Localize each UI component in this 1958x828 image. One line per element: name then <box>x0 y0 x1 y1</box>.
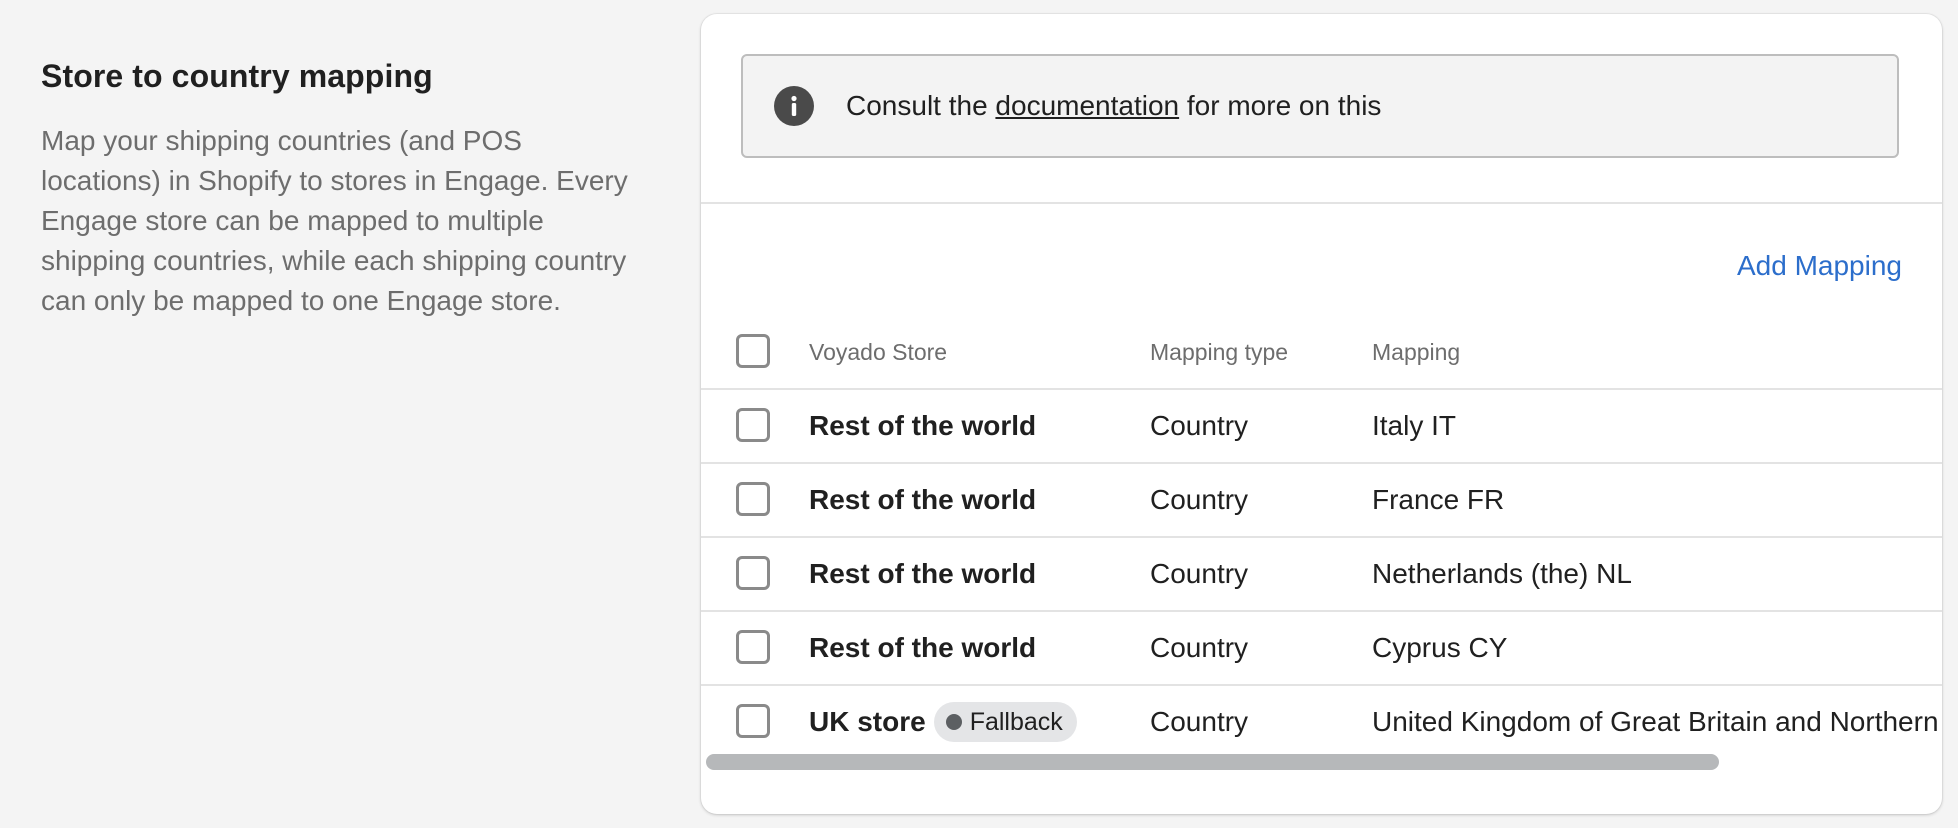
type-cell: Country <box>1150 484 1249 515</box>
banner-text: Consult the documentation for more on th… <box>846 90 1381 122</box>
type-cell: Country <box>1150 558 1249 589</box>
add-mapping-button[interactable]: Add Mapping <box>1737 250 1902 282</box>
type-cell: Country <box>1150 632 1249 663</box>
mapping-card: Consult the documentation for more on th… <box>701 14 1942 814</box>
fallback-badge: Fallback <box>933 702 1077 742</box>
mapping-cell: Italy IT <box>1372 410 1457 441</box>
store-name: Rest of the world <box>809 558 1037 589</box>
mapping-cell: Netherlands (the) NL <box>1372 558 1632 589</box>
store-cell: UK store Fallback <box>809 686 1077 758</box>
store-name: UK store <box>809 706 926 737</box>
store-name: Rest of the world <box>809 632 1037 663</box>
column-header-store: Voyado Store <box>809 338 948 365</box>
type-cell: Country <box>1150 706 1249 737</box>
badge-label: Fallback <box>969 707 1063 736</box>
mapping-table: Voyado Store Mapping type Mapping Rest o… <box>701 316 1942 760</box>
table-header-row: Voyado Store Mapping type Mapping <box>701 316 1942 390</box>
row-checkbox[interactable] <box>736 630 770 664</box>
section-intro: Store to country mapping Map your shippi… <box>41 58 631 321</box>
column-header-mapping: Mapping <box>1372 338 1461 365</box>
store-cell: Rest of the world <box>809 390 1036 462</box>
row-checkbox[interactable] <box>736 408 770 442</box>
row-checkbox[interactable] <box>736 704 770 738</box>
row-checkbox[interactable] <box>736 556 770 590</box>
row-checkbox[interactable] <box>736 482 770 516</box>
select-all-checkbox[interactable] <box>736 334 770 368</box>
page: Store to country mapping Map your shippi… <box>0 0 1958 828</box>
table-row[interactable]: Rest of the world Country Netherlands (t… <box>701 538 1942 612</box>
type-cell: Country <box>1150 410 1249 441</box>
banner-section: Consult the documentation for more on th… <box>701 14 1942 204</box>
column-header-type: Mapping type <box>1150 338 1289 365</box>
table-row[interactable]: UK store Fallback Country United Kingdom… <box>701 686 1942 760</box>
table-row[interactable]: Rest of the world Country Cyprus CY <box>701 612 1942 686</box>
table-row[interactable]: Rest of the world Country Italy IT <box>701 390 1942 464</box>
section-title: Store to country mapping <box>41 58 433 94</box>
info-icon <box>774 86 814 126</box>
table-row[interactable]: Rest of the world Country France FR <box>701 464 1942 538</box>
store-name: Rest of the world <box>809 410 1037 441</box>
horizontal-scrollbar[interactable] <box>706 754 1719 770</box>
documentation-link[interactable]: documentation <box>995 90 1179 121</box>
store-cell: Rest of the world <box>809 464 1036 536</box>
mapping-cell: France FR <box>1372 484 1505 515</box>
mapping-cell: Cyprus CY <box>1372 632 1508 663</box>
store-cell: Rest of the world <box>809 538 1036 610</box>
banner-text-before: Consult the <box>846 90 996 121</box>
section-description: Map your shipping countries (and POS loc… <box>41 125 628 316</box>
store-cell: Rest of the world <box>809 612 1036 684</box>
store-name: Rest of the world <box>809 484 1037 515</box>
badge-dot-icon <box>945 714 962 730</box>
info-banner: Consult the documentation for more on th… <box>741 54 1899 158</box>
mapping-cell: United Kingdom of Great Britain and Nort… <box>1372 706 1942 737</box>
banner-text-after: for more on this <box>1179 90 1382 121</box>
